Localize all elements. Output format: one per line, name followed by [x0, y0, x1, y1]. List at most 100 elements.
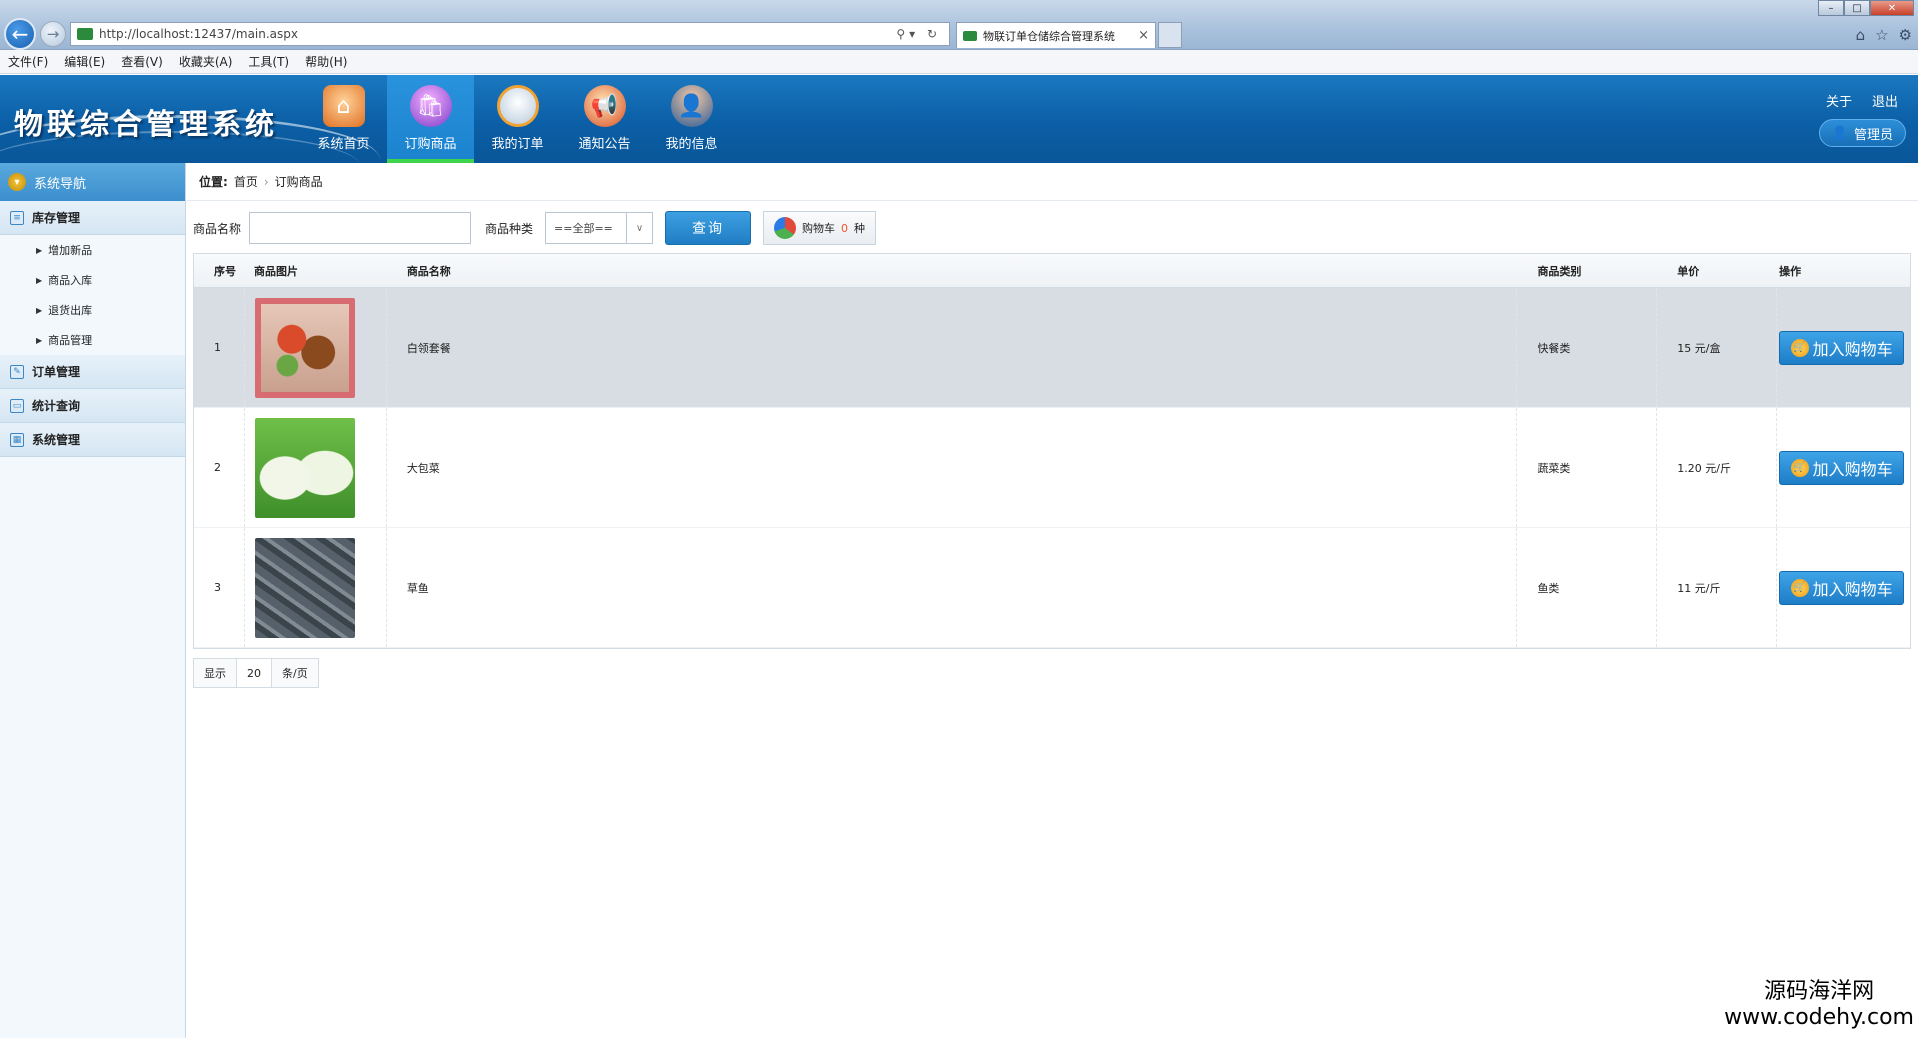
admin-button[interactable]: 👤 管理员: [1818, 119, 1906, 147]
favorites-star-icon[interactable]: ☆: [1875, 26, 1888, 44]
cart-label: 购物车: [802, 222, 836, 235]
table-row[interactable]: 3 草鱼 鱼类 11 元/斤 🛒 加入购物车: [194, 528, 1910, 648]
sidebar-item-label: 商品入库: [48, 274, 93, 287]
row-no: 3: [214, 581, 221, 594]
nav-order-goods[interactable]: 🛍 订购商品: [387, 75, 474, 163]
add-to-cart-button[interactable]: 🛒 加入购物车: [1779, 450, 1905, 485]
product-category: 快餐类: [1517, 288, 1658, 407]
search-refresh-icon[interactable]: ⚲▾ ↻: [896, 27, 949, 41]
forward-arrow-icon[interactable]: →: [40, 21, 66, 47]
window-close-icon[interactable]: ✕: [1870, 0, 1914, 16]
tab-title: 物联订单仓储综合管理系统: [983, 29, 1115, 43]
table-row[interactable]: 2 大包菜 蔬菜类 1.20 元/斤 🛒 加入购物车: [194, 408, 1910, 528]
sidebar-header: ▾ 系统导航: [0, 163, 185, 201]
triangle-right-icon: ▶: [36, 245, 43, 255]
product-table: 序号 商品图片 商品名称 商品类别 单价 操作 1 白领套餐 快餐类 15 元/…: [193, 253, 1911, 649]
menu-edit[interactable]: 编辑(E): [64, 53, 105, 70]
address-url[interactable]: http://localhost:12437/main.aspx: [99, 27, 896, 41]
sidebar-group-orders[interactable]: ✎ 订单管理: [0, 355, 185, 389]
browser-toolbar: ← → http://localhost:12437/main.aspx ⚲▾ …: [0, 0, 1918, 50]
main-nav: ⌂ 系统首页 🛍 订购商品 我的订单 📢 通知公告 👤 我的信息: [300, 75, 735, 163]
sidebar-item-add-product[interactable]: ▶ 增加新品: [0, 235, 185, 265]
browser-tab[interactable]: 物联订单仓储综合管理系统 ×: [956, 22, 1156, 48]
action-cell: 🛒 加入购物车: [1777, 408, 1910, 527]
product-image-cell: [243, 288, 387, 407]
sidebar-group-inventory[interactable]: ≡ 库存管理: [0, 201, 185, 235]
menu-favorites[interactable]: 收藏夹(A): [179, 53, 233, 70]
breadcrumb-separator: ›: [263, 174, 269, 189]
product-name-label: 商品名称: [193, 221, 242, 236]
menu-view[interactable]: 查看(V): [121, 53, 163, 70]
home-icon[interactable]: ⌂: [1856, 26, 1866, 44]
shopping-icon: 🛍: [409, 85, 452, 127]
sidebar-item-return-out[interactable]: ▶ 退货出库: [0, 295, 185, 325]
nav-notices[interactable]: 📢 通知公告: [561, 75, 648, 163]
nav-my-info[interactable]: 👤 我的信息: [648, 75, 735, 163]
nav-home[interactable]: ⌂ 系统首页: [300, 75, 387, 163]
about-link[interactable]: 关于: [1826, 91, 1852, 110]
minimize-icon[interactable]: –: [1818, 0, 1844, 16]
app-header: 物联综合管理系统 ⌂ 系统首页 🛍 订购商品 我的订单 📢 通知公告 👤 我的信…: [0, 75, 1918, 163]
cart-icon: [774, 217, 797, 239]
logout-link[interactable]: 退出: [1872, 91, 1898, 110]
menu-help[interactable]: 帮助(H): [305, 53, 347, 70]
nav-label: 我的订单: [491, 137, 544, 152]
shopping-cart-button[interactable]: 购物车 0 种: [763, 211, 877, 245]
tab-close-icon[interactable]: ×: [1138, 28, 1149, 43]
address-bar[interactable]: http://localhost:12437/main.aspx ⚲▾ ↻: [70, 22, 950, 46]
product-image-cell: [243, 408, 387, 527]
menu-tools[interactable]: 工具(T): [248, 53, 289, 70]
product-name: 白领套餐: [387, 288, 1518, 407]
add-to-cart-label: 加入购物车: [1812, 339, 1893, 359]
product-type-value: ==全部==: [554, 222, 613, 235]
header-links: 关于 退出: [1826, 91, 1898, 110]
home-icon: ⌂: [322, 85, 365, 127]
page-size-input[interactable]: 20: [237, 659, 272, 687]
product-name: 大包菜: [387, 408, 1518, 527]
breadcrumb-home[interactable]: 首页: [234, 173, 258, 190]
sidebar-title: 系统导航: [34, 176, 87, 192]
breadcrumb: 位置: 首页 › 订购商品: [187, 163, 1918, 201]
action-cell: 🛒 加入购物车: [1777, 288, 1910, 407]
product-image-cell: [243, 528, 387, 647]
product-type-select[interactable]: ==全部== ∨: [545, 212, 654, 244]
nav-label: 系统首页: [317, 137, 370, 152]
admin-label: 管理员: [1853, 127, 1893, 143]
product-name-input[interactable]: [249, 212, 472, 244]
add-to-cart-label: 加入购物车: [1812, 459, 1893, 479]
column-header-image: 商品图片: [253, 264, 298, 278]
product-image: [254, 537, 355, 638]
pager: 显示 20 条/页: [193, 658, 319, 688]
new-tab-button[interactable]: [1158, 22, 1182, 48]
maximize-icon[interactable]: □: [1844, 0, 1870, 16]
sidebar-item-label: 商品管理: [48, 334, 93, 347]
sidebar-item-stock-in[interactable]: ▶ 商品入库: [0, 265, 185, 295]
product-price: 1.20 元/斤: [1657, 408, 1778, 527]
nav-my-orders[interactable]: 我的订单: [474, 75, 561, 163]
product-category: 鱼类: [1517, 528, 1658, 647]
browser-menubar: 文件(F) 编辑(E) 查看(V) 收藏夹(A) 工具(T) 帮助(H): [0, 50, 1918, 74]
row-no: 1: [214, 341, 221, 354]
cart-unit: 种: [854, 222, 866, 235]
query-button[interactable]: 查询: [665, 211, 752, 245]
breadcrumb-label: 位置:: [199, 175, 228, 189]
sidebar-group-system[interactable]: ▦ 系统管理: [0, 423, 185, 457]
cart-count: 0: [841, 221, 849, 235]
page-favicon-icon: [77, 28, 93, 40]
menu-file[interactable]: 文件(F): [8, 53, 48, 70]
cart-icon: 🛒: [1790, 458, 1809, 477]
triangle-right-icon: ▶: [36, 275, 43, 285]
list-icon: ≡: [10, 210, 24, 225]
calendar-icon: ▦: [10, 432, 24, 447]
column-header-action: 操作: [1779, 264, 1802, 278]
add-to-cart-button[interactable]: 🛒 加入购物车: [1779, 570, 1905, 605]
settings-gear-icon[interactable]: ⚙: [1899, 26, 1912, 44]
sidebar-group-label: 统计查询: [32, 399, 81, 413]
sidebar-group-stats[interactable]: ▭ 统计查询: [0, 389, 185, 423]
sidebar-item-product-manage[interactable]: ▶ 商品管理: [0, 325, 185, 355]
back-arrow-icon[interactable]: ←: [4, 18, 36, 50]
product-price: 15 元/盒: [1657, 288, 1778, 407]
add-to-cart-button[interactable]: 🛒 加入购物车: [1779, 330, 1905, 365]
product-price: 11 元/斤: [1657, 528, 1778, 647]
table-row[interactable]: 1 白领套餐 快餐类 15 元/盒 🛒 加入购物车: [194, 288, 1910, 408]
